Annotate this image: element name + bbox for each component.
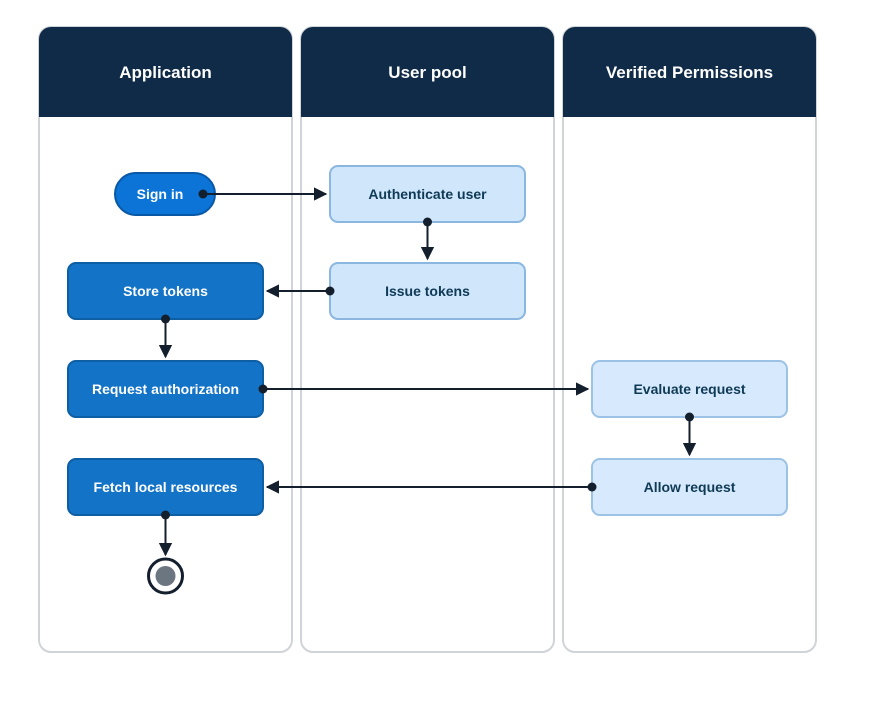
node-request-auth-label: Request authorization [92, 381, 239, 397]
lane-user-pool: User pool [301, 27, 554, 652]
node-sign-in-label: Sign in [137, 186, 184, 202]
lane-application-title: Application [119, 63, 212, 82]
node-store-tokens: Store tokens [68, 263, 263, 319]
node-authenticate-label: Authenticate user [368, 186, 487, 202]
end-node-icon [149, 559, 183, 593]
flow-diagram: Application User pool Verified Permissio… [0, 0, 874, 705]
node-issue-tokens: Issue tokens [330, 263, 525, 319]
node-fetch-label: Fetch local resources [94, 479, 238, 495]
node-evaluate-label: Evaluate request [633, 381, 745, 397]
lane-verified: Verified Permissions [563, 27, 816, 652]
node-authenticate: Authenticate user [330, 166, 525, 222]
node-evaluate: Evaluate request [592, 361, 787, 417]
node-allow-label: Allow request [644, 479, 736, 495]
node-store-tokens-label: Store tokens [123, 283, 208, 299]
node-allow: Allow request [592, 459, 787, 515]
lane-verified-title: Verified Permissions [606, 63, 773, 82]
node-request-auth: Request authorization [68, 361, 263, 417]
node-issue-tokens-label: Issue tokens [385, 283, 470, 299]
lane-user-pool-title: User pool [388, 63, 466, 82]
node-fetch: Fetch local resources [68, 459, 263, 515]
